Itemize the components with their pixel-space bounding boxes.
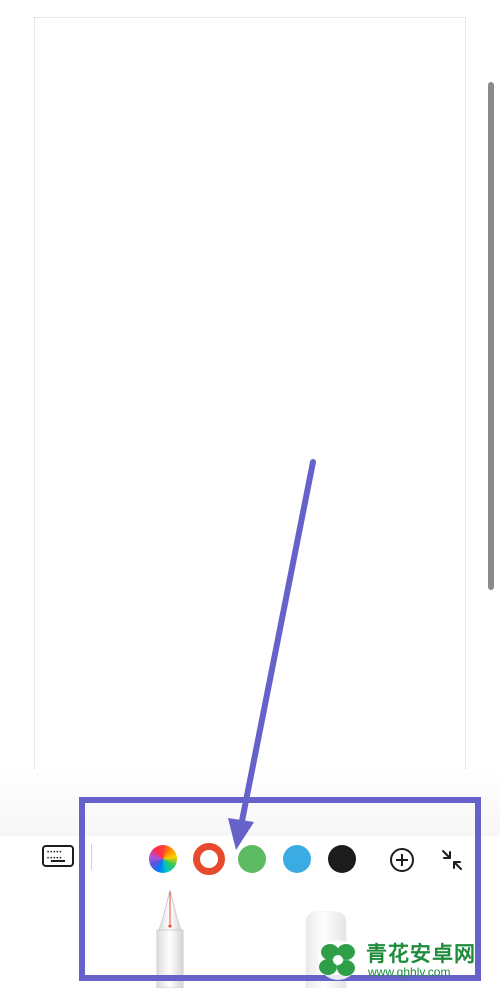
watermark-title: 青花安卓网 bbox=[366, 943, 476, 966]
drawing-canvas[interactable] bbox=[34, 17, 466, 847]
watermark-url: www.qhhlv.com bbox=[368, 965, 451, 979]
watermark: 青花安卓网 www.qhhlv.com bbox=[312, 934, 500, 986]
keyboard-icon[interactable]: ••••• ••••• bbox=[42, 845, 74, 867]
scrollbar[interactable] bbox=[488, 82, 494, 590]
clover-logo-icon bbox=[318, 940, 358, 980]
